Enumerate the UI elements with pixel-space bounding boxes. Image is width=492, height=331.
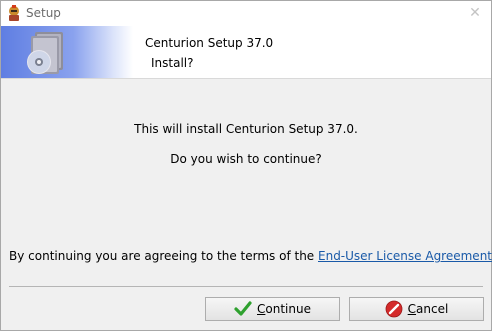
install-message: This will install Centurion Setup 37.0. <box>134 122 358 136</box>
header-subtitle: Install? <box>151 56 194 70</box>
eula-link[interactable]: End-User License Agreement <box>318 249 492 263</box>
cancel-label: Cancel <box>407 302 449 316</box>
continue-question: Do you wish to continue? <box>170 152 322 166</box>
cancel-button[interactable]: Cancel <box>349 297 484 321</box>
header-divider <box>1 78 491 79</box>
header-panel: Centurion Setup 37.0 Install? <box>1 26 491 78</box>
title-bar[interactable]: Setup ✕ <box>1 1 491 26</box>
agreement-text: By continuing you are agreeing to the te… <box>9 248 492 264</box>
setup-window: Setup ✕ Centurion Setup 37.0 Install? Th… <box>0 0 492 331</box>
agreement-prefix: By continuing you are agreeing to the te… <box>9 249 318 263</box>
continue-button[interactable]: Continue <box>205 297 340 321</box>
cancel-icon <box>385 300 403 318</box>
close-button[interactable]: ✕ <box>465 4 485 22</box>
window-title: Setup <box>26 6 61 20</box>
header-banner <box>1 26 133 78</box>
app-icon <box>5 4 23 22</box>
header-title: Centurion Setup 37.0 <box>145 36 274 50</box>
footer-divider <box>9 286 483 287</box>
continue-label: Continue <box>257 302 311 316</box>
checkmark-icon <box>234 300 252 318</box>
cd-case-icon <box>21 28 69 80</box>
